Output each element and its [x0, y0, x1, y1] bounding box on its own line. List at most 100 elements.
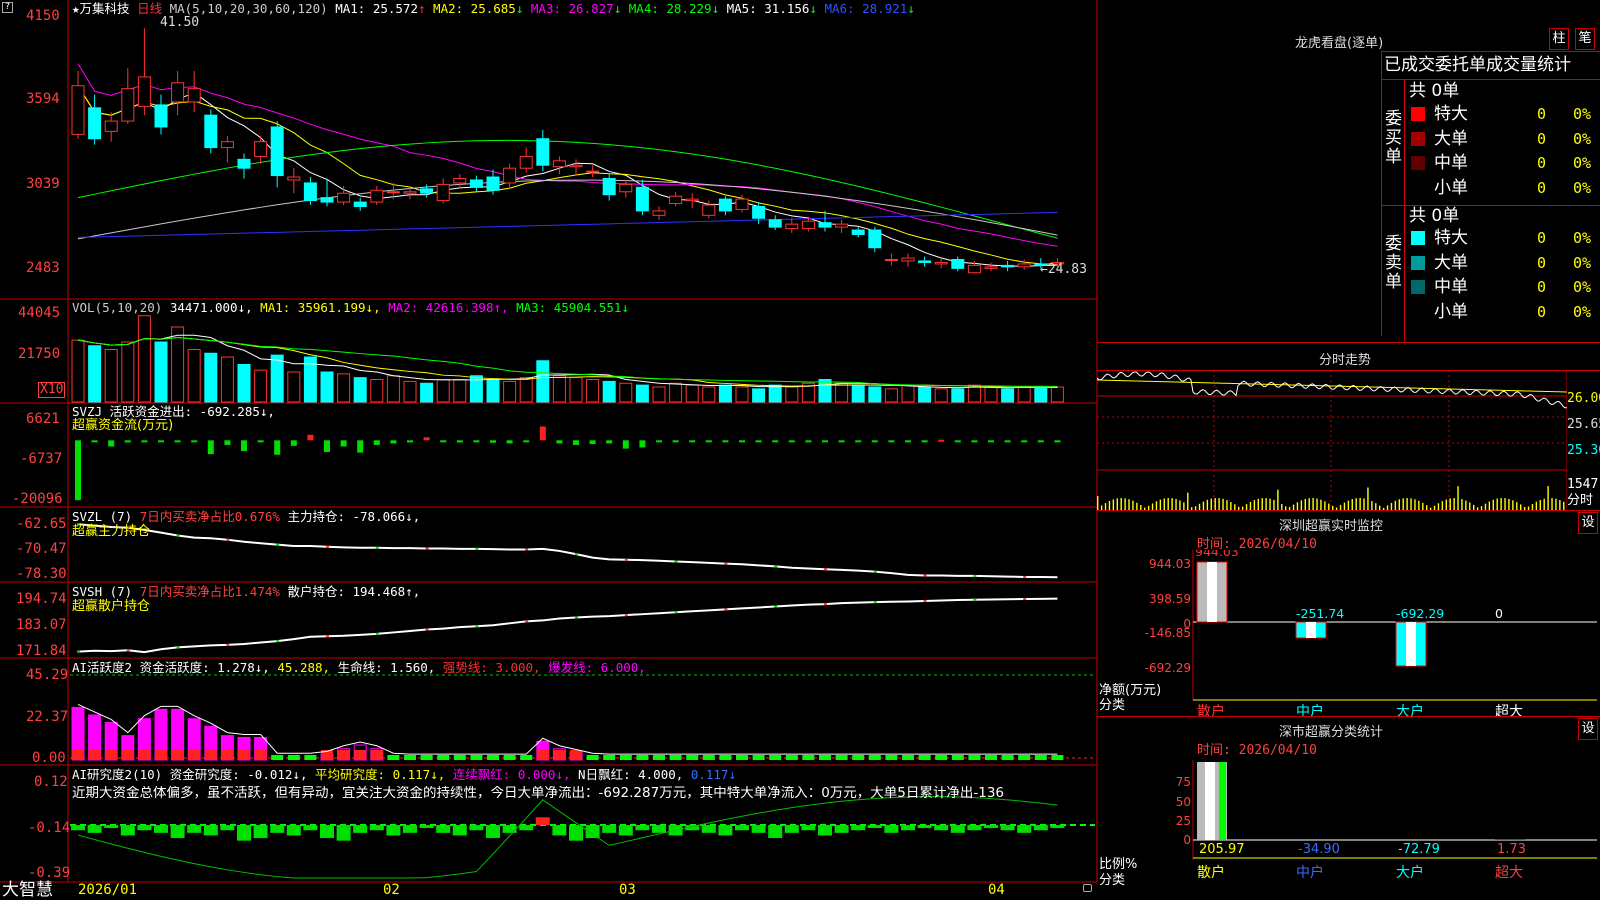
volume-header: VOL(5,10,20) 34471.000↓, MA1: 35961.199↓…: [72, 300, 629, 315]
main-holding-chart[interactable]: [77, 523, 1058, 579]
svsh-holding: 散户持仓: 194.468↑,: [287, 584, 421, 599]
fund-flow-bar: [822, 440, 828, 443]
fund-flow-bar: [473, 440, 480, 443]
retail-holding-line-tick: [624, 614, 628, 617]
menu-icon[interactable]: ?: [2, 2, 13, 13]
candle-body: [320, 197, 334, 203]
classify-ytick: 0: [1183, 833, 1191, 847]
bar-mode-button[interactable]: 柱: [1549, 28, 1569, 50]
volume-bar: [934, 388, 948, 403]
candle-body: [370, 189, 384, 203]
volume-chart[interactable]: [71, 315, 1064, 403]
monitor-ylabel: 净额(万元): [1099, 683, 1162, 698]
retail-holding-chart[interactable]: [77, 597, 1058, 654]
fund-flow-bar: [805, 440, 812, 443]
volume-bar: [237, 364, 251, 403]
candle-body: [1017, 263, 1031, 268]
candlestick-chart[interactable]: [71, 28, 1064, 274]
volume-title: VOL(5,10,20): [72, 300, 163, 315]
activity-bar: [752, 755, 765, 760]
kline-ytick: 3594: [26, 91, 60, 107]
fund-flow-bar: [241, 440, 247, 452]
research-bar: [768, 825, 783, 839]
candle-body: [536, 138, 550, 166]
ai1-ytick: 22.37: [26, 709, 69, 725]
ai-research-chart[interactable]: [70, 796, 1095, 879]
classify-category: 散户: [1197, 864, 1225, 881]
monitor-bar-value: 944.03: [1195, 550, 1239, 559]
classify-settings-button[interactable]: 设: [1578, 718, 1598, 740]
fund-flow-bar: [257, 440, 264, 443]
fund-flow-bar: [689, 440, 696, 443]
intraday-volume-bar: [1261, 498, 1263, 510]
fund-flow-bar: [788, 440, 795, 443]
svzl-net-ratio: 7日内买卖净占比0.676%: [139, 509, 280, 524]
activity-base: [188, 750, 201, 760]
main-holding-line-tick: [276, 543, 280, 546]
retail-holding-line-tick: [475, 625, 479, 628]
intraday-volume-bar: [1351, 499, 1353, 510]
lock-icon[interactable]: [1083, 884, 1092, 892]
classify-xlabel: 分类: [1099, 873, 1126, 888]
volume-bar: [420, 382, 434, 403]
intraday-volume-bar: [1104, 503, 1107, 510]
ma2-line: [77, 85, 1058, 265]
activity-bar: [902, 755, 914, 760]
activity-base: [171, 750, 184, 760]
classify-chart[interactable]: 75 50 25 0 205.97 散户 -34.90 中户 -72.79 大户 1.73 超大: [1097, 760, 1600, 900]
main-holding-line-tick: [873, 570, 877, 573]
candle-body: [436, 183, 450, 202]
volume-bar: [320, 371, 334, 403]
order-count: 0: [1537, 178, 1547, 197]
order-size-label: 特大: [1434, 228, 1468, 248]
ai1-lifeline: 生命线: 1.560,: [337, 660, 436, 675]
main-holding-line-tick: [575, 553, 578, 556]
activity-bar: [852, 755, 865, 760]
intraday-volume-bar: [1249, 501, 1252, 510]
volume-bar: [835, 382, 849, 403]
candle-body: [337, 192, 351, 203]
research-bar: [652, 825, 666, 833]
monitor-chart[interactable]: 944.03 398.59 0 -146.85 -692.29 944.03 散户 -251.…: [1097, 550, 1600, 720]
fund-flow-bar: [739, 440, 745, 443]
activity-base: [138, 750, 151, 760]
activity-bar: [603, 755, 616, 760]
order-size-label: 小单: [1434, 177, 1468, 198]
intraday-volume-bar: [1488, 501, 1491, 510]
fund-flow-bar: [158, 440, 164, 443]
monitor-ytick: 944.03: [1149, 557, 1191, 571]
ma6-arrow: ↓: [907, 1, 915, 16]
period-label[interactable]: 日线: [137, 1, 162, 16]
intraday-volume-bar: [1128, 499, 1130, 510]
research-bar: [220, 825, 235, 831]
classify-ytick: 75: [1176, 775, 1191, 789]
volume-value: 34471.000↓: [169, 300, 246, 315]
candle-body: [934, 261, 948, 265]
fund-flow-chart[interactable]: [75, 426, 1061, 501]
monitor-category: 散户: [1197, 703, 1225, 720]
volume-bar: [386, 375, 400, 403]
order-count: 0: [1537, 302, 1547, 321]
monitor-settings-button[interactable]: 设: [1578, 512, 1598, 534]
intraday-volume-bar: [1535, 501, 1538, 510]
ai-activity-chart[interactable]: [70, 674, 1095, 761]
candle-body: [901, 257, 915, 262]
candle-body: [768, 219, 782, 228]
intraday-volume: 1547: [1567, 477, 1599, 492]
activity-bar: [785, 755, 798, 760]
candle-body: [619, 183, 633, 193]
order-percent: 0%: [1573, 129, 1592, 148]
tick-mode-button[interactable]: 笔: [1575, 28, 1595, 50]
activity-base: [337, 750, 350, 760]
vol-unit-badge[interactable]: X10: [38, 382, 66, 398]
volume-bar: [503, 380, 517, 403]
volume-bar: [154, 341, 168, 403]
fund-flow-bar: [672, 440, 679, 443]
ai2-research: 资金研究度: -0.012↓,: [169, 767, 308, 782]
activity-bar: [669, 755, 682, 760]
stock-name[interactable]: ★万集科技: [72, 1, 130, 16]
ma1-value: MA1: 25.572: [335, 1, 418, 16]
candle-body: [137, 76, 151, 107]
intraday-chart[interactable]: [1097, 370, 1567, 510]
retail-holding-line-tick: [923, 599, 927, 602]
